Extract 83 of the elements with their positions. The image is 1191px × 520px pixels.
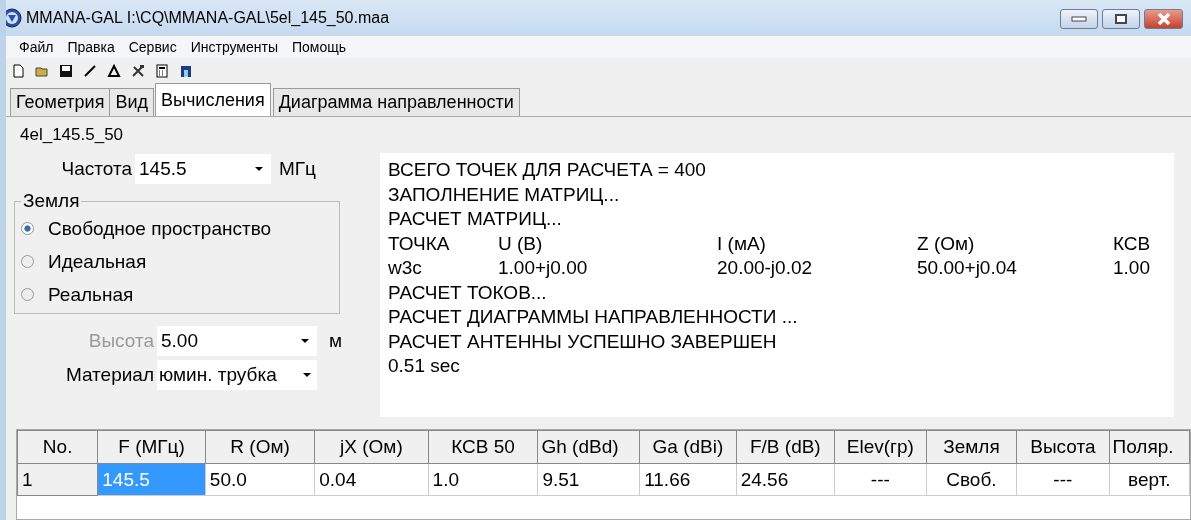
column-header[interactable]: Земля xyxy=(926,430,1017,464)
tab[interactable]: Диаграмма направленности xyxy=(272,88,520,116)
maximize-button[interactable] xyxy=(1102,9,1140,29)
menu-item[interactable]: Файл xyxy=(12,39,61,55)
log-line: РАСЧЕТ АНТЕННЫ УСПЕШНО ЗАВЕРШЕН xyxy=(388,329,778,354)
close-button[interactable] xyxy=(1144,9,1183,29)
log-value: w3c xyxy=(388,256,423,280)
column-header[interactable]: No. xyxy=(17,430,98,464)
caret-icon xyxy=(303,373,311,377)
log-value: 50.00+j0.04 xyxy=(917,256,1018,280)
folder-icon[interactable] xyxy=(35,64,49,78)
triangle-icon[interactable] xyxy=(107,64,121,78)
field-label: Высота xyxy=(87,330,154,352)
radio-label[interactable]: Реальная xyxy=(48,283,134,306)
building-icon[interactable] xyxy=(179,64,193,78)
table-cell[interactable]: --- xyxy=(1016,463,1110,496)
log-line: РАСЧЕТ МАТРИЦ... xyxy=(388,207,563,231)
log-value: 1.00 xyxy=(1113,256,1151,280)
radio-label[interactable]: Идеальная xyxy=(48,250,147,273)
tab[interactable]: Вид xyxy=(109,88,154,116)
line-icon[interactable] xyxy=(83,64,97,78)
log-value: 1.00+j0.00 xyxy=(498,256,589,280)
log-line: ЗАПОЛНЕНИЕ МАТРИЦ... xyxy=(388,182,621,207)
close-icon xyxy=(1155,12,1172,26)
column-header[interactable]: R (Ом) xyxy=(205,430,315,464)
minimize-button[interactable] xyxy=(1060,9,1098,29)
log-column-header: U (В) xyxy=(498,231,544,256)
log-line: 0.51 sec xyxy=(388,354,461,378)
radio-button[interactable] xyxy=(21,222,34,235)
menu-item[interactable]: Правка xyxy=(60,39,122,55)
column-header[interactable]: КСВ 50 xyxy=(428,430,538,464)
column-header[interactable]: Elev(гр) xyxy=(834,430,927,464)
log-line: РАСЧЕТ ТОКОВ... xyxy=(388,280,548,305)
caret-icon xyxy=(255,167,263,171)
table-cell[interactable]: Своб. xyxy=(926,463,1017,496)
window-title: MMANA-GAL I:\CQ\MMANA-GAL\5el_145_50.maa xyxy=(26,9,390,27)
radio-label[interactable]: Свободное пространство xyxy=(48,217,272,240)
caret-icon xyxy=(301,339,309,343)
tools-icon[interactable] xyxy=(131,64,145,78)
log-line: ВСЕГО ТОЧЕК ДЛЯ РАСЧЕТА = 400 xyxy=(388,158,707,182)
field-label: Материал xyxy=(64,364,154,386)
column-header[interactable]: Высота xyxy=(1016,430,1110,464)
menu-item[interactable]: Сервис xyxy=(121,39,184,55)
log-column-header: Z (Ом) xyxy=(917,231,976,256)
frequency-dropdown[interactable]: 145.5 xyxy=(135,154,271,184)
column-header[interactable]: Gh (dBd) xyxy=(537,430,640,464)
column-header[interactable]: F (МГц) xyxy=(97,430,206,464)
maximize-icon xyxy=(1115,14,1127,24)
tab[interactable]: Вычисления xyxy=(155,83,271,116)
save-icon[interactable] xyxy=(59,64,73,78)
antenna-name: 4el_145.5_50 xyxy=(20,125,125,146)
table-cell[interactable]: 9.51 xyxy=(537,463,640,496)
unit-label: м xyxy=(329,330,343,352)
menu-item[interactable]: Помощь xyxy=(284,39,354,55)
radio-button[interactable] xyxy=(21,255,34,268)
column-header[interactable]: Ga (dBi) xyxy=(639,430,737,464)
tab[interactable]: Геометрия xyxy=(10,88,111,116)
log-column-header: КСВ xyxy=(1113,231,1152,256)
unit-label: МГц xyxy=(279,158,316,180)
column-header[interactable]: Поляр. xyxy=(1109,430,1190,464)
material-dropdown[interactable]: юмин. трубка xyxy=(157,360,317,390)
calculator-icon[interactable] xyxy=(155,64,169,78)
field-label: Частота xyxy=(60,158,132,180)
group-title: Земля xyxy=(22,190,81,212)
column-header[interactable]: F/B (dB) xyxy=(736,430,835,464)
table-cell[interactable]: --- xyxy=(834,463,927,496)
table-cell[interactable]: 1 xyxy=(17,463,98,496)
app-logo-icon xyxy=(6,8,22,28)
table-cell[interactable]: 11.66 xyxy=(639,463,737,496)
table-cell[interactable]: верт. xyxy=(1109,463,1190,496)
table-cell[interactable]: 0.04 xyxy=(314,463,429,496)
log-value: 20.00-j0.02 xyxy=(717,256,814,280)
log-column-header: I (мА) xyxy=(717,231,767,256)
column-header[interactable]: jX (Ом) xyxy=(314,430,429,464)
new-file-icon[interactable] xyxy=(11,64,25,78)
log-column-header: ТОЧКА xyxy=(388,231,451,256)
table-cell[interactable]: 24.56 xyxy=(736,463,835,496)
menu-item[interactable]: Инструменты xyxy=(183,39,285,55)
radio-button[interactable] xyxy=(21,288,34,301)
log-line: РАСЧЕТ ДИАГРАММЫ НАПРАВЛЕННОСТИ ... xyxy=(388,305,799,329)
table-cell[interactable]: 1.0 xyxy=(428,463,538,496)
minimize-icon xyxy=(1071,16,1087,22)
table-cell[interactable]: 50.0 xyxy=(205,463,315,496)
